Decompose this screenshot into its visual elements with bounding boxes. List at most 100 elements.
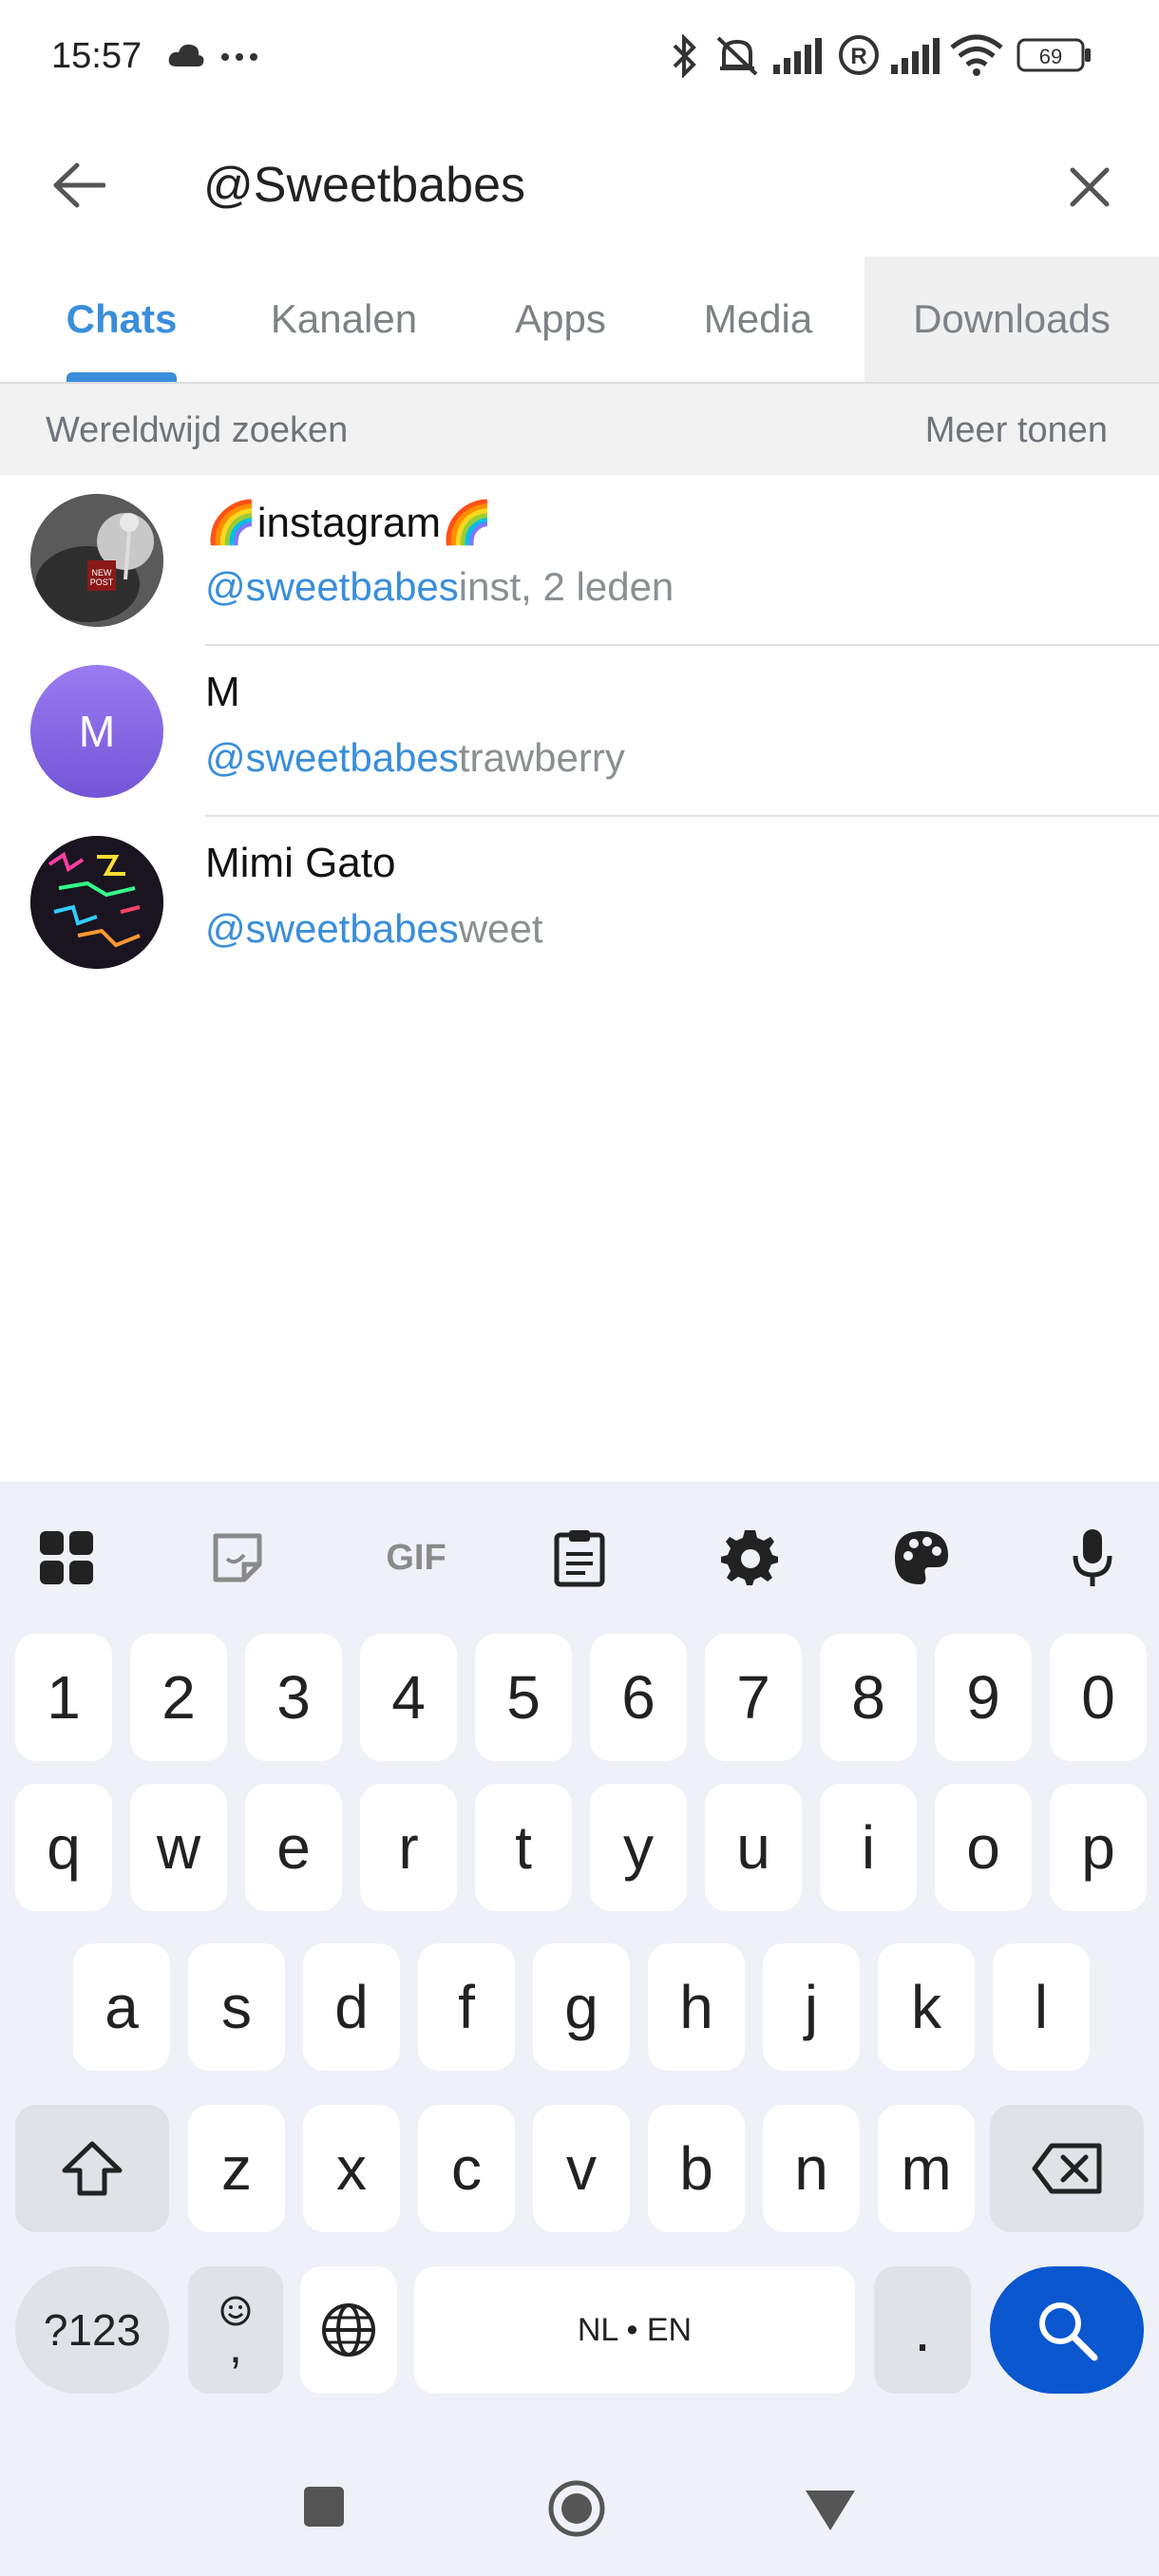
key-1[interactable]: 1	[15, 1634, 112, 1761]
key-5[interactable]: 5	[475, 1634, 572, 1761]
close-icon	[1070, 167, 1110, 207]
globe-icon	[322, 2303, 375, 2357]
key-k[interactable]: k	[878, 1943, 975, 2071]
key-v[interactable]: v	[533, 2105, 630, 2232]
clipboard-icon[interactable]	[542, 1520, 618, 1596]
gif-icon[interactable]: GIF	[369, 1520, 464, 1596]
bluetooth-icon	[671, 33, 699, 83]
tab-downloads[interactable]: Downloads	[864, 256, 1159, 382]
key-8[interactable]: 8	[820, 1634, 917, 1761]
key-w[interactable]: w	[130, 1784, 227, 1911]
apps-grid-icon[interactable]	[28, 1520, 104, 1596]
key-2[interactable]: 2	[130, 1634, 227, 1761]
mute-icon	[714, 34, 762, 83]
key-7[interactable]: 7	[705, 1634, 802, 1761]
key-z[interactable]: z	[188, 2105, 285, 2232]
search-result-row[interactable]: NEW POST 🌈instagram🌈 @sweetbabesinst, 2 …	[0, 475, 1159, 646]
status-time: 15:57	[51, 36, 142, 76]
arrow-left-icon	[53, 162, 105, 208]
search-result-row[interactable]: Mimi Gato @sweetbabesweet	[0, 817, 1159, 988]
avatar	[30, 836, 163, 969]
battery-icon: 69	[1016, 38, 1092, 77]
key-t[interactable]: t	[475, 1784, 572, 1911]
key-j[interactable]: j	[763, 1943, 860, 2071]
tab-apps[interactable]: Apps	[490, 256, 631, 382]
key-m[interactable]: m	[878, 2105, 975, 2232]
emoji-comma-key[interactable]: ,	[188, 2266, 283, 2394]
key-g[interactable]: g	[533, 1943, 630, 2071]
navigation-bar	[0, 2451, 1159, 2576]
key-s[interactable]: s	[188, 1943, 285, 2071]
result-handle: @sweetbabestrawberry	[205, 735, 625, 780]
key-u[interactable]: u	[705, 1784, 802, 1911]
key-h[interactable]: h	[648, 1943, 745, 2071]
key-c[interactable]: c	[418, 2105, 515, 2232]
palette-icon[interactable]	[884, 1520, 960, 1596]
key-l[interactable]: l	[993, 1943, 1090, 2071]
section-title: Wereldwijd zoeken	[46, 410, 349, 450]
wifi-icon	[950, 34, 1003, 83]
key-y[interactable]: y	[590, 1784, 687, 1911]
svg-text:POST: POST	[90, 578, 114, 587]
search-key[interactable]	[990, 2266, 1144, 2394]
home-button[interactable]	[547, 2479, 606, 2538]
square-icon	[304, 2487, 344, 2527]
key-p[interactable]: p	[1050, 1784, 1147, 1911]
key-o[interactable]: o	[935, 1784, 1032, 1911]
show-more-button[interactable]: Meer tonen	[925, 410, 1108, 451]
key-x[interactable]: x	[303, 2105, 400, 2232]
keyboard: GIF 1 2 3 4 5 6 7 8 9 0 q w e r t y u i …	[0, 1482, 1159, 2451]
clear-search-button[interactable]	[1054, 152, 1125, 222]
key-q[interactable]: q	[15, 1784, 112, 1911]
recents-button[interactable]	[302, 2485, 346, 2529]
avatar: M	[30, 665, 163, 798]
key-i[interactable]: i	[820, 1784, 917, 1911]
search-icon	[1039, 2302, 1098, 2361]
svg-text:NEW: NEW	[92, 568, 113, 578]
battery-level: 69	[1039, 45, 1062, 68]
key-d[interactable]: d	[303, 1943, 400, 2071]
period-key[interactable]: .	[874, 2266, 971, 2394]
triangle-down-icon	[806, 2491, 855, 2530]
more-dots-icon	[220, 49, 258, 66]
key-9[interactable]: 9	[935, 1634, 1032, 1761]
sticker-icon[interactable]	[200, 1520, 276, 1596]
svg-text:R: R	[850, 44, 866, 69]
tab-chats[interactable]: Chats	[38, 256, 205, 382]
settings-icon[interactable]	[712, 1520, 788, 1596]
tab-media[interactable]: Media	[674, 256, 842, 382]
back-button[interactable]	[46, 152, 112, 218]
key-b[interactable]: b	[648, 2105, 745, 2232]
back-nav-button[interactable]	[804, 2487, 857, 2532]
cloud-icon	[167, 42, 205, 73]
result-name: 🌈instagram🌈	[205, 500, 493, 546]
registered-icon: R	[838, 34, 880, 81]
key-3[interactable]: 3	[245, 1634, 342, 1761]
result-handle: @sweetbabesweet	[205, 906, 543, 951]
avatar: NEW POST	[30, 494, 163, 627]
shift-icon	[62, 2141, 123, 2196]
status-bar: 15:57 R 69	[0, 0, 1159, 114]
language-key[interactable]	[300, 2266, 397, 2394]
key-0[interactable]: 0	[1050, 1634, 1147, 1761]
search-input[interactable]	[203, 142, 1020, 228]
global-search-header: Wereldwijd zoeken Meer tonen	[0, 384, 1159, 475]
backspace-key[interactable]	[990, 2105, 1144, 2232]
key-4[interactable]: 4	[360, 1634, 457, 1761]
tab-kanalen[interactable]: Kanalen	[249, 256, 439, 382]
key-6[interactable]: 6	[590, 1634, 687, 1761]
search-result-row[interactable]: M M @sweetbabestrawberry	[0, 646, 1159, 817]
key-f[interactable]: f	[418, 1943, 515, 2071]
space-key[interactable]: NL • EN	[414, 2266, 855, 2394]
key-e[interactable]: e	[245, 1784, 342, 1911]
result-name: Mimi Gato	[205, 840, 396, 886]
signal-icon	[773, 38, 825, 79]
search-header	[0, 114, 1159, 256]
symbols-key[interactable]: ?123	[15, 2266, 169, 2394]
shift-key[interactable]	[15, 2105, 169, 2232]
key-n[interactable]: n	[763, 2105, 860, 2232]
microphone-icon[interactable]	[1054, 1520, 1130, 1596]
key-a[interactable]: a	[73, 1943, 170, 2071]
key-r[interactable]: r	[360, 1784, 457, 1911]
search-tabs: Chats Kanalen Apps Media Downloads	[0, 256, 1159, 384]
